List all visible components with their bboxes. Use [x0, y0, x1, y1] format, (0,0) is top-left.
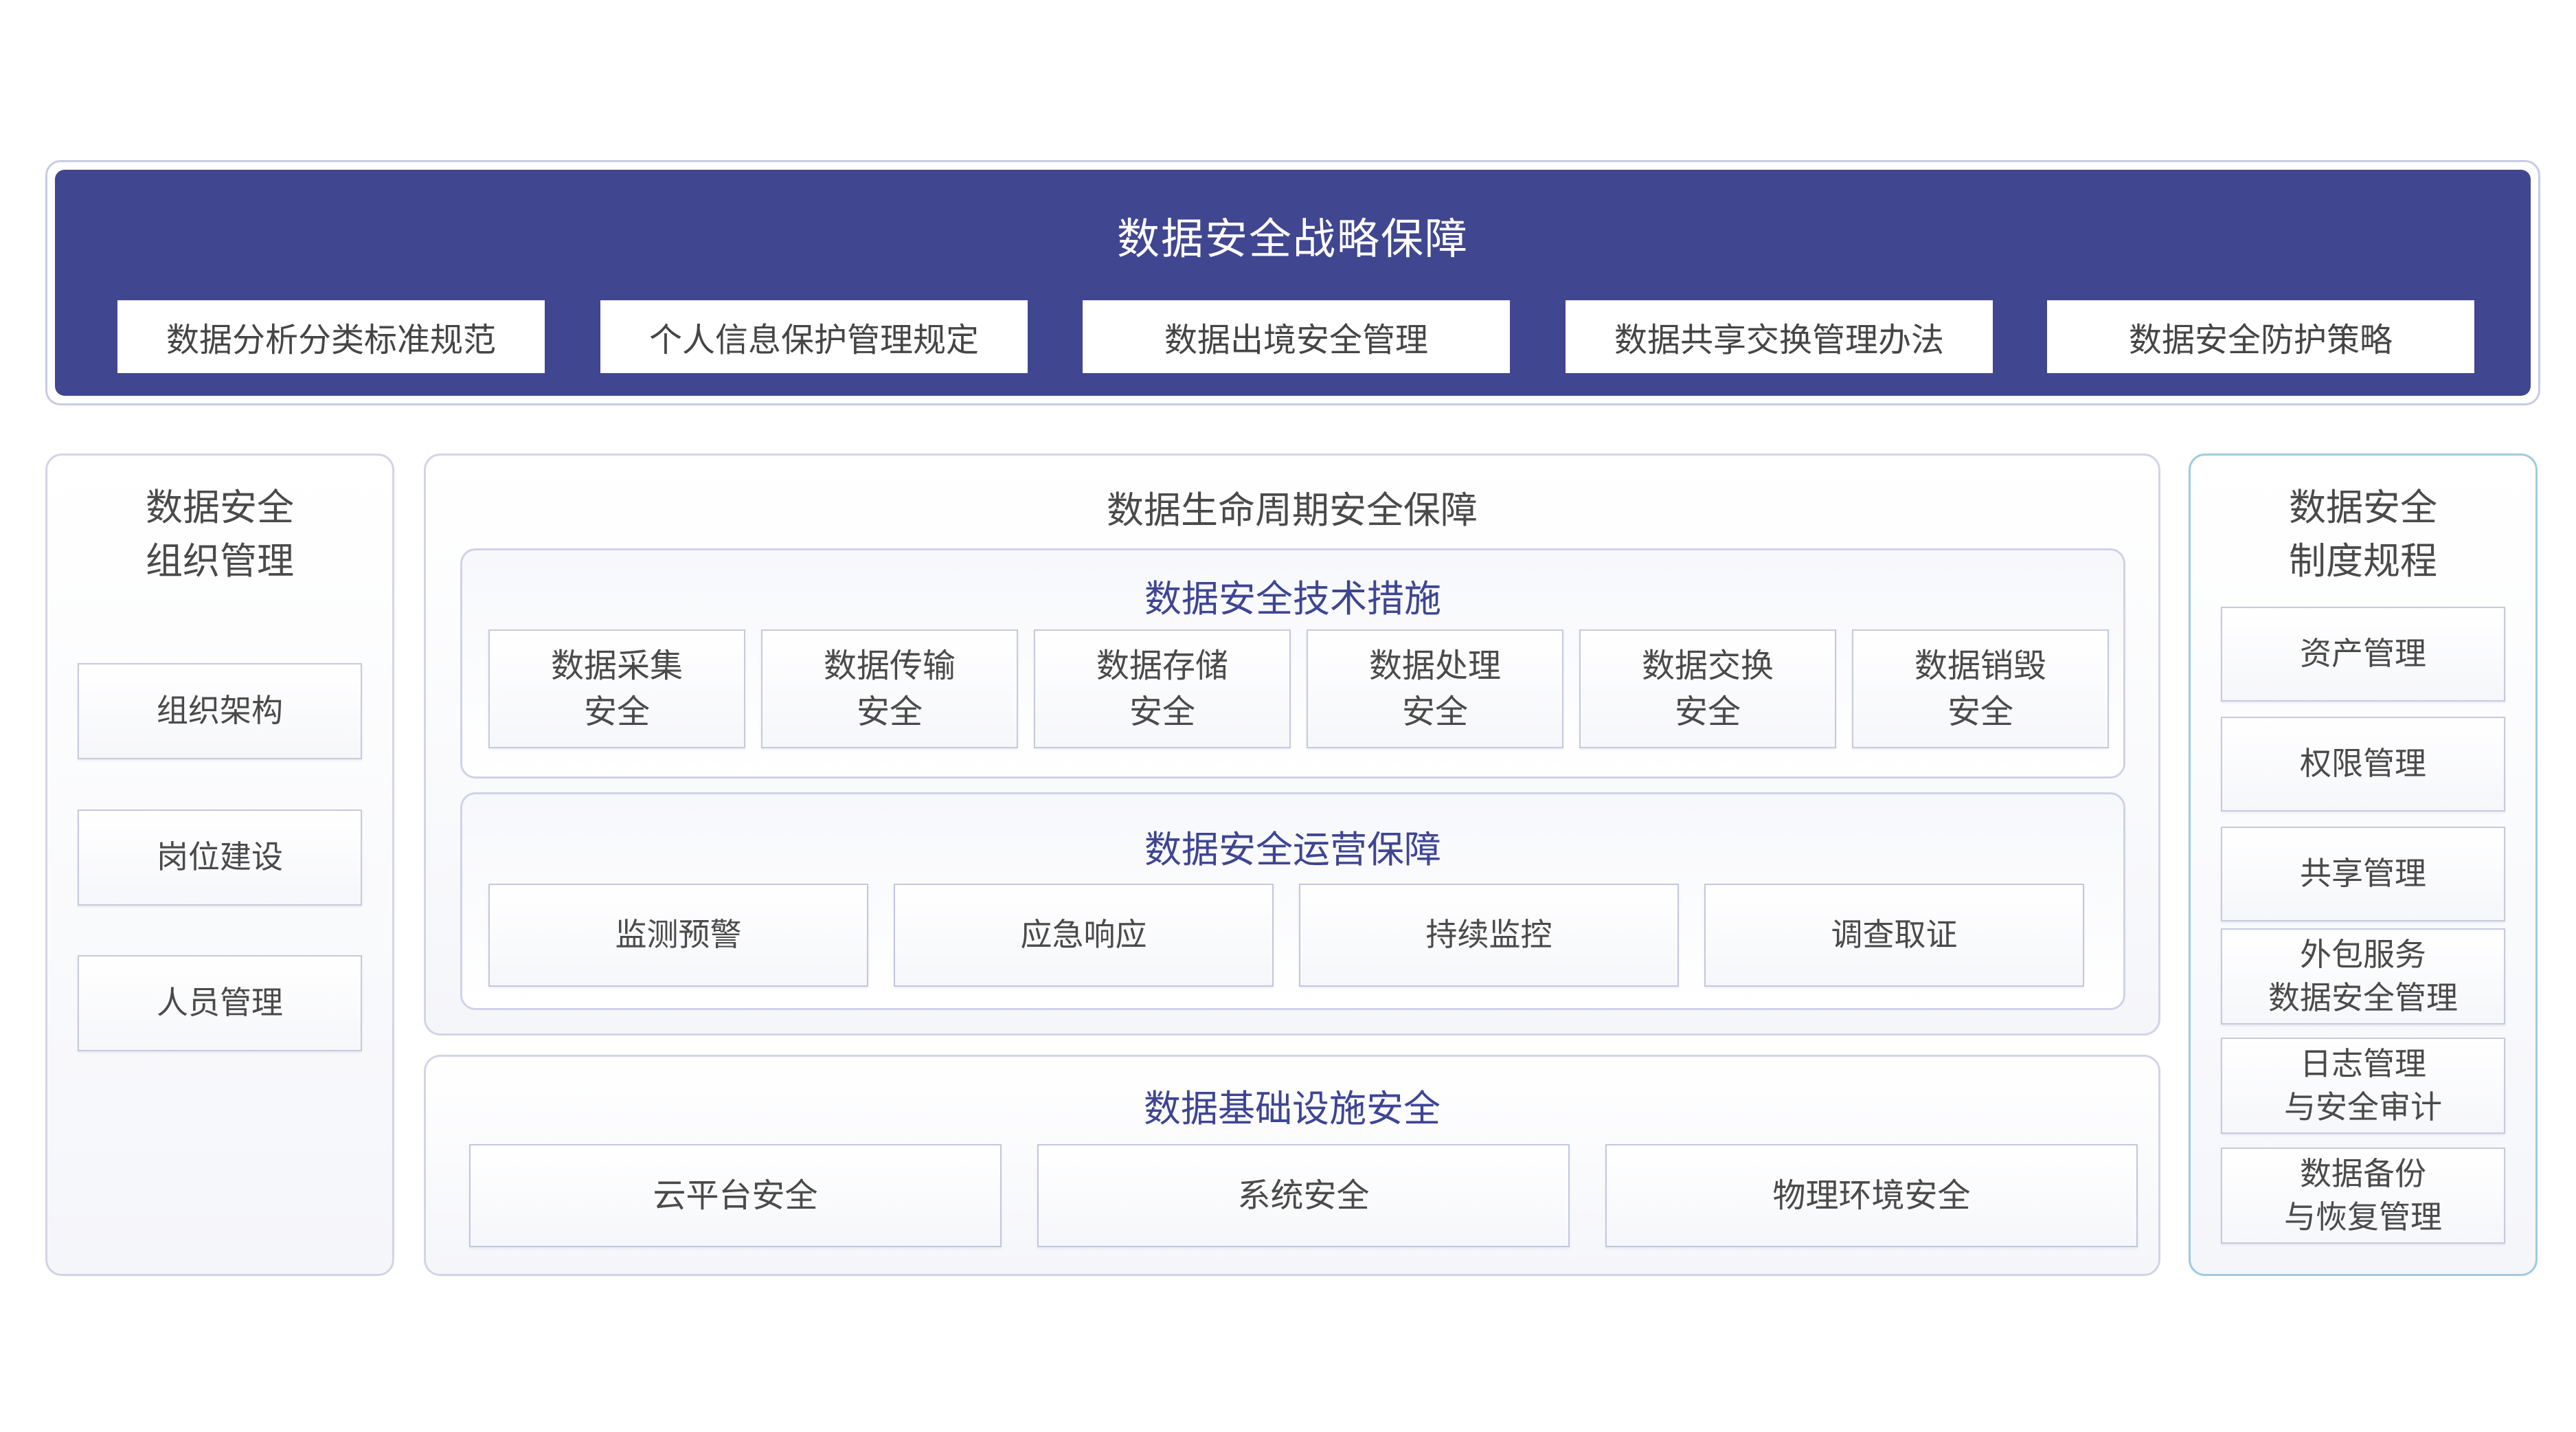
policy-title-line1: 数据安全 — [2289, 485, 2437, 529]
policy-item-asset-management: 资产管理 — [2221, 607, 2505, 702]
infra-item-physical-environment: 物理环境安全 — [1605, 1144, 2138, 1247]
policy-item-outsourcing: 外包服务 数据安全管理 — [2221, 928, 2505, 1025]
policy-item-backup-line2: 与恢复管理 — [2284, 1198, 2442, 1235]
tech-measures-title: 数据安全技术措施 — [1144, 577, 1441, 620]
org-item-personnel: 人员管理 — [78, 955, 362, 1051]
tech-item-storage-line2: 安全 — [1129, 692, 1195, 731]
tech-item-storage: 数据存储 安全 — [1034, 629, 1291, 748]
policy-item-sharing-management: 共享管理 — [2221, 827, 2505, 921]
policy-title: 数据安全 制度规程 — [2191, 476, 2535, 593]
tech-item-collection-line1: 数据采集 — [550, 647, 683, 686]
strategy-item-classification-standard: 数据分析分类标准规范 — [117, 300, 545, 373]
ops-item-continuous-monitoring: 持续监控 — [1299, 884, 1679, 987]
ops-item-monitoring-alert: 监测预警 — [488, 884, 868, 987]
tech-item-processing-line2: 安全 — [1401, 692, 1468, 731]
tech-item-exchange-line2: 安全 — [1674, 692, 1741, 731]
org-title-line1: 数据安全 — [146, 485, 294, 529]
tech-item-exchange: 数据交换 安全 — [1579, 629, 1836, 748]
policy-item-log-audit: 日志管理 与安全审计 — [2221, 1038, 2505, 1134]
policy-item-backup-line1: 数据备份 — [2300, 1154, 2426, 1192]
policy-item-sharing-line1: 共享管理 — [2300, 855, 2426, 893]
tech-item-transmission-line2: 安全 — [856, 692, 923, 731]
tech-item-collection: 数据采集 安全 — [488, 629, 745, 748]
infra-item-cloud-platform: 云平台安全 — [469, 1144, 1002, 1247]
policy-item-outsourcing-line1: 外包服务 — [2300, 935, 2426, 973]
policy-item-log-line1: 日志管理 — [2300, 1044, 2426, 1082]
operations-title: 数据安全运营保障 — [1144, 827, 1441, 871]
strategy-title: 数据安全战略保障 — [1116, 214, 1469, 264]
org-title-line2: 组织管理 — [146, 539, 294, 583]
operations-panel: 数据安全运营保障 监测预警 应急响应 持续监控 调查取证 — [460, 792, 2125, 1010]
org-item-structure: 组织架构 — [78, 663, 362, 759]
org-management-panel: 数据安全 组织管理 组织架构 岗位建设 人员管理 — [45, 454, 394, 1276]
lifecycle-title: 数据生命周期安全保障 — [1107, 488, 1478, 532]
strategy-item-protection-policy: 数据安全防护策略 — [2047, 300, 2474, 373]
policy-item-permission-line1: 权限管理 — [2300, 745, 2426, 783]
policy-item-backup-recovery: 数据备份 与恢复管理 — [2221, 1148, 2505, 1244]
infrastructure-title: 数据基础设施安全 — [1144, 1086, 1440, 1130]
strategy-item-personal-info-protection: 个人信息保护管理规定 — [600, 300, 1028, 373]
policy-item-outsourcing-line2: 数据安全管理 — [2268, 979, 2458, 1016]
tech-item-collection-line2: 安全 — [583, 692, 650, 731]
tech-item-processing: 数据处理 安全 — [1307, 629, 1563, 748]
lifecycle-panel: 数据生命周期安全保障 数据安全技术措施 数据采集 安全 数据传输 安全 数据存储… — [424, 454, 2160, 1036]
policy-panel: 数据安全 制度规程 资产管理 权限管理 共享管理 外包服务 数据安全管理 日志管… — [2189, 454, 2538, 1276]
infra-item-system: 系统安全 — [1037, 1144, 1570, 1247]
strategy-item-cross-border: 数据出境安全管理 — [1083, 300, 1510, 373]
tech-item-transmission-line1: 数据传输 — [823, 647, 956, 686]
org-management-title: 数据安全 组织管理 — [47, 476, 392, 593]
policy-title-line2: 制度规程 — [2289, 539, 2437, 583]
strategy-band: 数据安全战略保障 数据分析分类标准规范 个人信息保护管理规定 数据出境安全管理 … — [55, 170, 2531, 396]
infrastructure-panel: 数据基础设施安全 云平台安全 系统安全 物理环境安全 — [424, 1055, 2160, 1276]
tech-item-transmission: 数据传输 安全 — [761, 629, 1018, 748]
strategy-band-frame: 数据安全战略保障 数据分析分类标准规范 个人信息保护管理规定 数据出境安全管理 … — [45, 160, 2540, 405]
policy-item-permission-management: 权限管理 — [2221, 717, 2505, 812]
tech-item-destruction-line2: 安全 — [1947, 692, 2013, 731]
ops-item-emergency-response: 应急响应 — [894, 884, 1274, 987]
policy-item-asset-line1: 资产管理 — [2300, 635, 2426, 673]
tech-item-storage-line1: 数据存储 — [1096, 647, 1228, 686]
org-item-positions: 岗位建设 — [78, 809, 362, 906]
ops-item-investigation: 调查取证 — [1704, 884, 2084, 987]
strategy-item-sharing-exchange: 数据共享交换管理办法 — [1566, 300, 1993, 373]
tech-item-destruction: 数据销毁 安全 — [1852, 629, 2109, 748]
tech-item-processing-line1: 数据处理 — [1368, 647, 1501, 686]
tech-measures-panel: 数据安全技术措施 数据采集 安全 数据传输 安全 数据存储 安全 数据处理 安全… — [460, 548, 2125, 779]
tech-item-destruction-line1: 数据销毁 — [1914, 647, 2046, 686]
policy-item-log-line2: 与安全审计 — [2284, 1088, 2442, 1126]
tech-item-exchange-line1: 数据交换 — [1641, 647, 1774, 686]
